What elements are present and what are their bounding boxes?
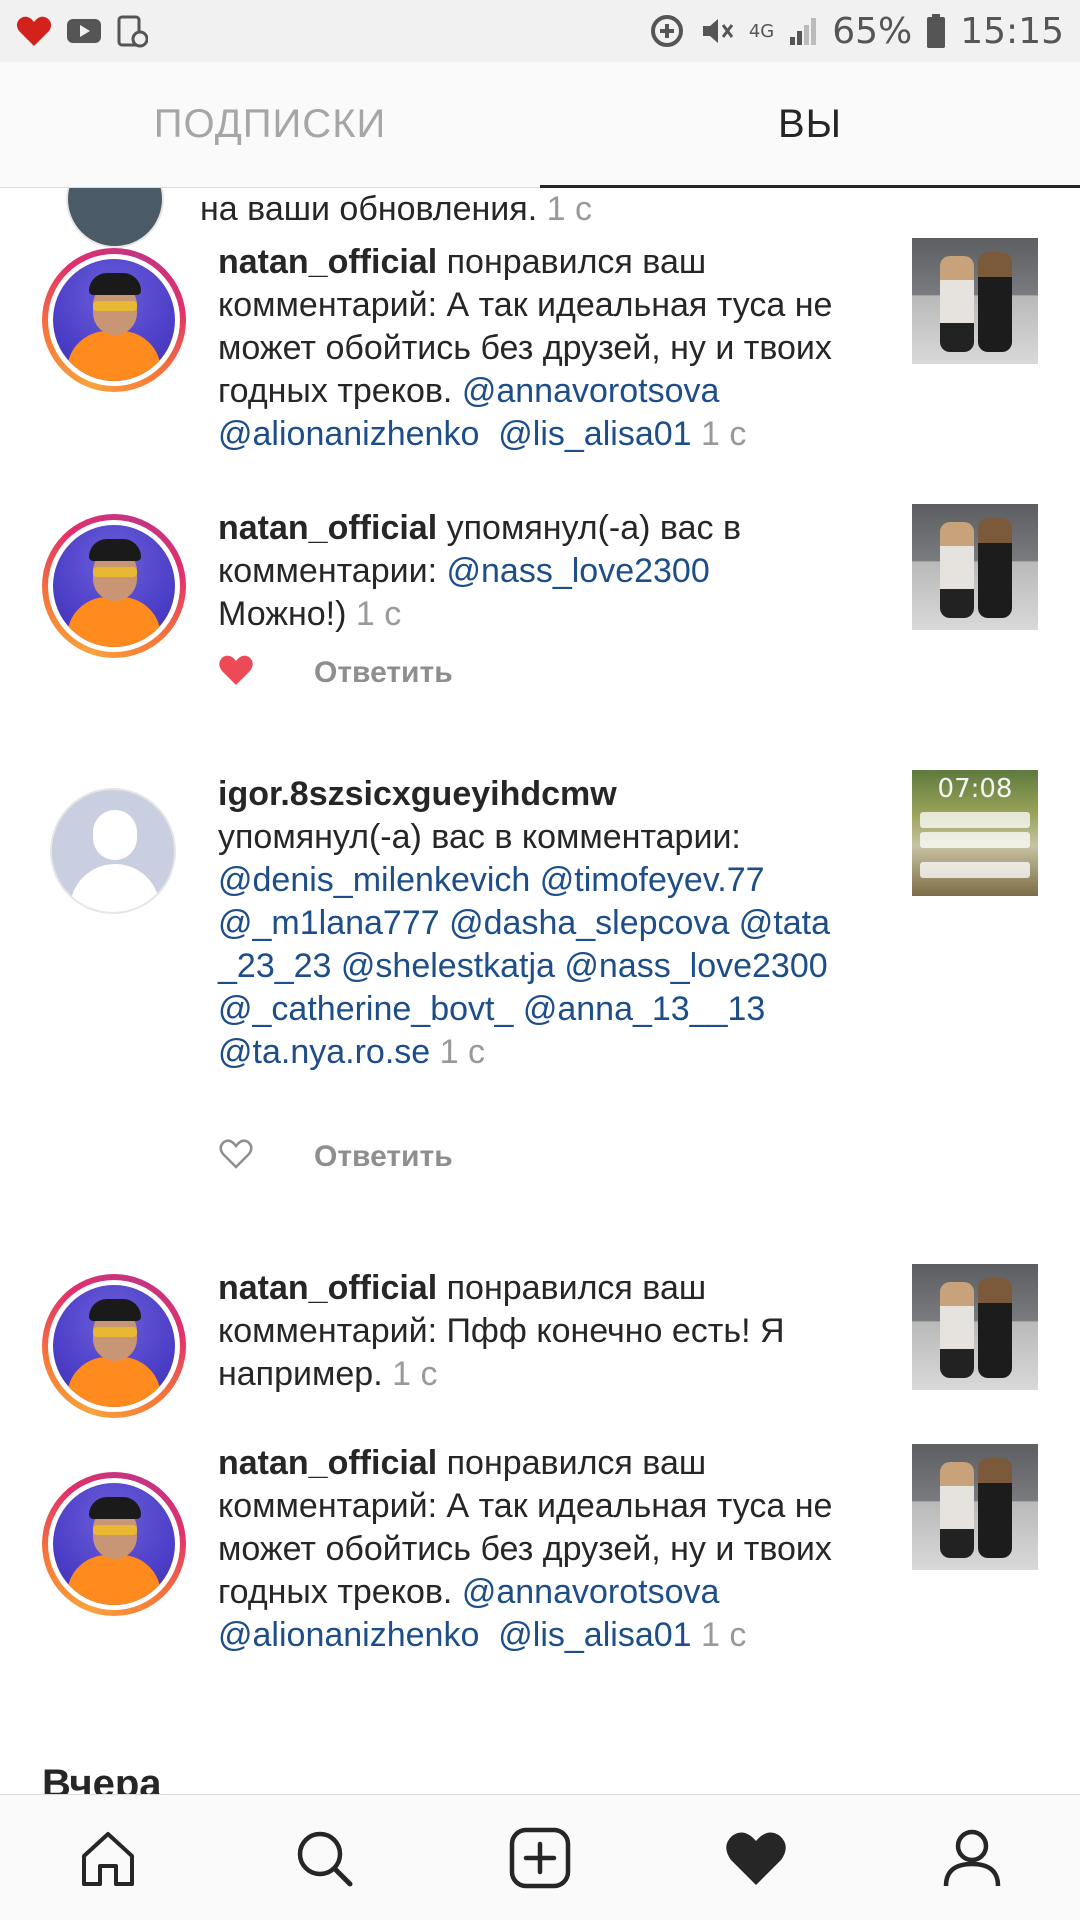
username[interactable]: igor.8szsicxgueyihdcmw — [218, 775, 617, 813]
battery-percent: 65% — [832, 10, 913, 52]
avatar[interactable] — [66, 188, 164, 248]
activity-tabs: ПОДПИСКИ ВЫ — [0, 62, 1080, 188]
avatar[interactable] — [50, 788, 176, 914]
mute-icon — [699, 13, 735, 49]
status-left-icons — [16, 14, 148, 48]
clipboard-icon — [116, 14, 148, 48]
activity-heart-icon[interactable] — [711, 1813, 801, 1903]
like-heart-icon[interactable] — [218, 654, 254, 691]
like-outline-heart-icon[interactable] — [218, 1138, 254, 1175]
username[interactable]: natan_official — [218, 1269, 437, 1307]
home-icon[interactable] — [63, 1813, 153, 1903]
add-post-icon[interactable] — [495, 1813, 585, 1903]
username[interactable]: natan_official — [218, 509, 437, 547]
notification-text: igor.8szsicxgueyihdcmw упомянул(-а) вас … — [218, 775, 831, 1071]
comment-actions: Ответить — [218, 654, 453, 691]
post-thumbnail[interactable] — [912, 238, 1038, 364]
mention-link[interactable]: @lis_alisa01 — [498, 1616, 691, 1654]
bottom-nav — [0, 1794, 1080, 1920]
post-thumbnail[interactable]: 07:08 — [912, 770, 1038, 896]
timestamp: 1 с — [701, 415, 747, 453]
avatar-photo — [53, 259, 175, 381]
section-title-yesterday: Вчера — [42, 1762, 162, 1794]
timestamp: 1 с — [701, 1616, 747, 1654]
notification-text: на ваши обновления. 1 с — [200, 190, 592, 228]
mention-link[interactable]: @_catherine_bovt_ @anna_13__13 — [218, 990, 765, 1028]
status-bar: 4G 65% 15:15 — [0, 0, 1080, 62]
timestamp: 1 с — [439, 1033, 485, 1071]
mention-link[interactable]: @alionanizhenko — [218, 415, 479, 453]
notification-text: natan_official понравился ваш комментари… — [218, 1444, 833, 1654]
mention-link[interactable]: _23_23 @shelestkatja @nass_love2300 — [218, 947, 828, 985]
avatar-photo — [53, 525, 175, 647]
mention-link[interactable]: @alionanizhenko — [218, 1616, 479, 1654]
avatar-photo — [53, 1285, 175, 1407]
notification-text: natan_official понравился ваш комментари… — [218, 1269, 785, 1393]
timestamp: 1 с — [392, 1355, 438, 1393]
mention-link[interactable]: @lis_alisa01 — [498, 415, 691, 453]
activity-feed: на ваши обновления. 1 с natan_official п… — [0, 188, 1080, 1794]
avatar[interactable] — [42, 248, 186, 392]
status-right-icons: 4G 65% 15:15 — [649, 11, 1064, 52]
battery-icon — [926, 13, 946, 49]
username[interactable]: natan_official — [218, 243, 437, 281]
comment-actions: Ответить — [218, 1138, 453, 1175]
profile-icon[interactable] — [927, 1813, 1017, 1903]
reply-button[interactable]: Ответить — [314, 656, 453, 690]
username[interactable]: natan_official — [218, 1444, 437, 1482]
search-icon[interactable] — [279, 1813, 369, 1903]
tab-following[interactable]: ПОДПИСКИ — [0, 62, 540, 187]
heart-icon — [16, 15, 52, 47]
signal-icon — [788, 15, 818, 47]
clock: 15:15 — [960, 10, 1064, 52]
mention-link[interactable]: @_m1lana777 @dasha_slepcova @tata — [218, 904, 830, 942]
mention-link[interactable]: @annavorotsova — [462, 1573, 720, 1611]
mention-link[interactable]: @denis_milenkevich @timofeyev.77 — [218, 861, 765, 899]
mention-link[interactable]: @ta.nya.ro.se — [218, 1033, 430, 1071]
avatar[interactable] — [42, 514, 186, 658]
data-saver-icon — [649, 13, 685, 49]
post-thumbnail[interactable] — [912, 1264, 1038, 1390]
timestamp: 1 с — [546, 190, 592, 228]
notification-text: natan_official понравился ваш комментари… — [218, 243, 833, 453]
notification-text: natan_official упомянул(-а) вас в коммен… — [218, 509, 742, 633]
network-type: 4G — [748, 20, 775, 42]
timestamp: 1 с — [355, 595, 402, 633]
tab-you[interactable]: ВЫ — [540, 62, 1080, 188]
mention-link[interactable]: @annavorotsova — [462, 372, 720, 410]
avatar[interactable] — [42, 1274, 186, 1418]
mention-link[interactable]: @nass_love2300 — [447, 552, 710, 590]
avatar[interactable] — [42, 1472, 186, 1616]
post-thumbnail[interactable] — [912, 1444, 1038, 1570]
avatar-photo — [53, 1483, 175, 1605]
post-thumbnail[interactable] — [912, 504, 1038, 630]
youtube-icon — [66, 18, 102, 44]
reply-button[interactable]: Ответить — [314, 1140, 453, 1174]
thumbnail-clock: 07:08 — [937, 774, 1013, 804]
